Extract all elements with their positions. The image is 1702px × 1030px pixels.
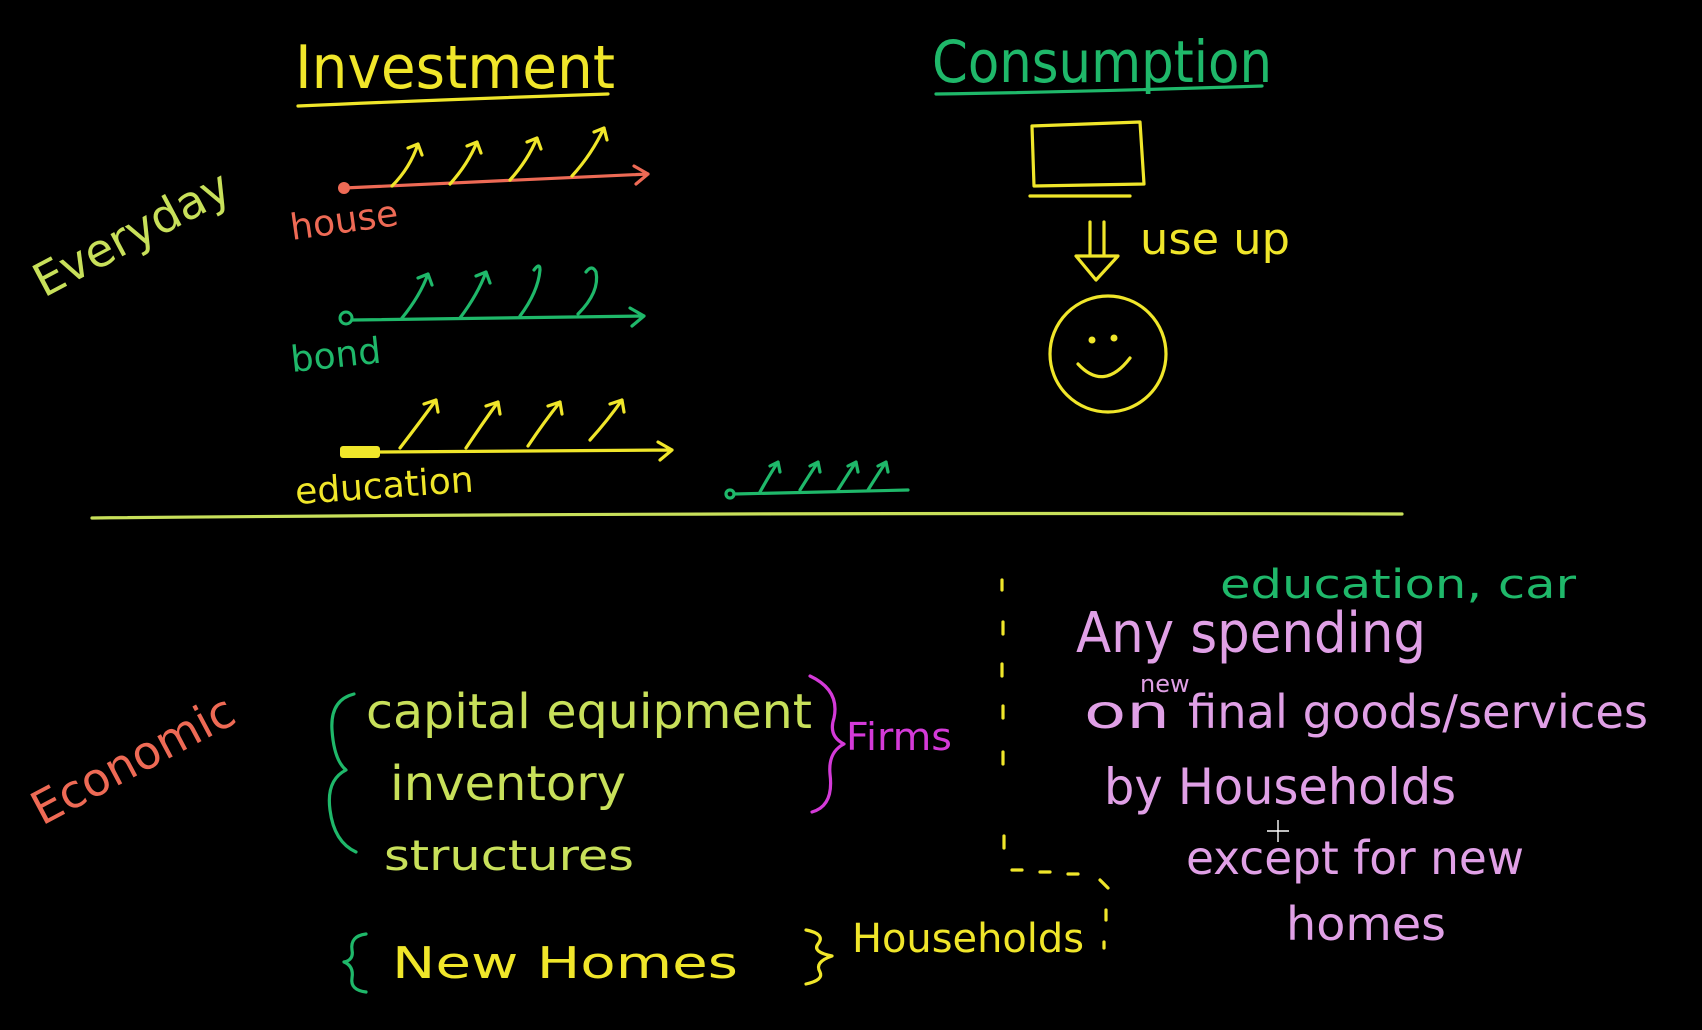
left-brace-firms xyxy=(327,692,358,854)
investment-heading: Investment xyxy=(295,33,615,103)
blackboard: Investment Consumption Everyday Economic… xyxy=(22,28,1648,994)
right-brace-firms xyxy=(808,674,846,814)
economic-investment: capital equipment inventory structures F… xyxy=(327,674,1084,994)
new-insert-label: new xyxy=(1140,670,1190,698)
horizontal-divider xyxy=(90,511,1404,520)
structures-label: structures xyxy=(384,831,634,880)
capital-equipment-label: capital equipment xyxy=(366,684,812,740)
small-green-timeline xyxy=(724,460,910,500)
economic-label: Economic xyxy=(22,683,244,835)
education-time-arrow xyxy=(378,440,674,462)
house-label: house xyxy=(288,193,401,249)
consumption-heading-group: Consumption xyxy=(932,28,1272,96)
final-goods-services-label: final goods/services xyxy=(1188,685,1648,739)
homes-label: homes xyxy=(1286,897,1446,951)
bond-start-dot xyxy=(338,310,354,326)
households-label: Households xyxy=(852,916,1084,962)
everyday-label: Everyday xyxy=(24,159,239,308)
left-brace-homes xyxy=(342,932,368,994)
firms-label: Firms xyxy=(846,715,952,759)
bond-timeline: bond xyxy=(289,264,646,381)
inventory-label: inventory xyxy=(390,756,626,812)
right-brace-homes xyxy=(804,928,834,986)
education-label: education xyxy=(294,460,475,513)
down-arrow-icon xyxy=(1074,220,1120,282)
education-start-marker xyxy=(340,446,380,458)
any-spending-label: Any spending xyxy=(1076,601,1426,666)
house-time-arrow xyxy=(342,164,650,190)
use-up-label: use up xyxy=(1140,214,1290,265)
house-timeline: house xyxy=(288,126,650,249)
consumption-diagram: use up xyxy=(1028,120,1290,414)
economic-consumption: education, car Any spending on new final… xyxy=(1076,562,1648,951)
box-icon xyxy=(1028,120,1146,198)
by-households-label: by Households xyxy=(1104,758,1456,816)
smiley-face-icon xyxy=(1048,294,1168,414)
education-return-arrows xyxy=(398,398,626,450)
except-for-new-label: except for new xyxy=(1186,831,1524,885)
bond-time-arrow xyxy=(350,306,646,328)
education-timeline: education xyxy=(294,398,674,513)
investment-heading-group: Investment xyxy=(295,33,615,108)
bond-return-arrows xyxy=(400,264,599,320)
bond-label: bond xyxy=(289,331,383,381)
new-homes-label: New Homes xyxy=(392,938,738,989)
